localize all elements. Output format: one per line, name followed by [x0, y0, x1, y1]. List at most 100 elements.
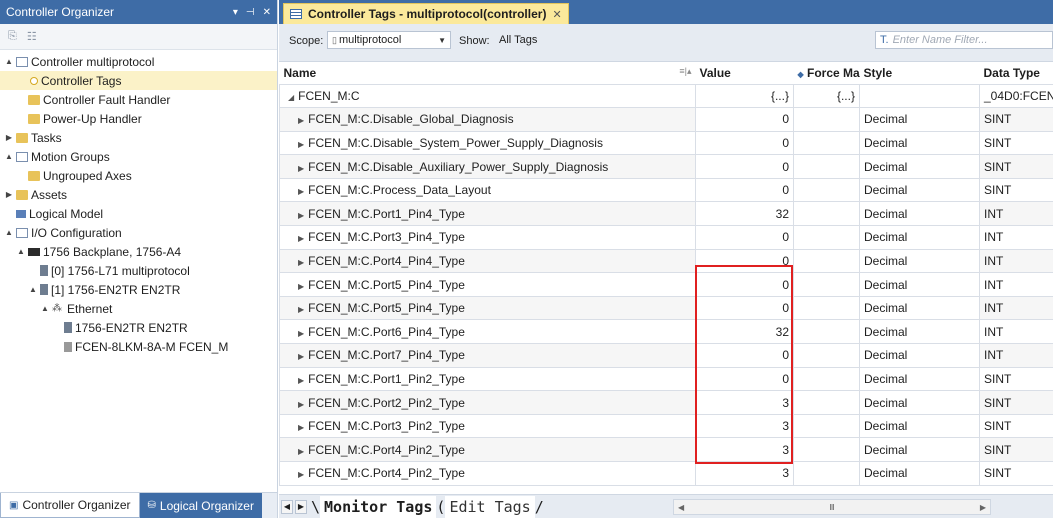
tag-value-cell[interactable]: 0 — [695, 130, 794, 156]
collapse-all-icon[interactable]: ⎘ — [8, 30, 17, 43]
expand-arrow-icon[interactable]: ▶ — [298, 116, 304, 125]
dropdown-icon[interactable]: ▾ — [233, 7, 238, 18]
expand-arrow-icon[interactable]: ▶ — [298, 470, 304, 479]
tree-item[interactable]: ▲ Motion Groups — [0, 147, 277, 166]
column-header-name[interactable]: Name ≡|▴ — [279, 62, 696, 85]
tag-value-cell[interactable]: 0 — [695, 343, 794, 368]
tag-value-cell[interactable]: 0 — [695, 248, 794, 274]
table-row[interactable]: ▶ FCEN_M:C.Port4_Pin2_Type 3 Decimal SINT — [279, 437, 1053, 462]
horizontal-scrollbar[interactable]: ◀ Ⅲ ▶ — [673, 499, 991, 515]
table-row[interactable]: ▶ FCEN_M:C.Port1_Pin4_Type 32 Decimal INT — [279, 201, 1053, 227]
expand-arrow-icon[interactable]: ▶ — [298, 258, 304, 267]
tree-item[interactable]: [0] 1756-L71 multiprotocol — [0, 261, 277, 280]
expand-arrow-icon[interactable]: ▲ — [40, 304, 50, 313]
tag-value-cell[interactable]: 0 — [695, 225, 794, 250]
tag-value-cell[interactable]: {...} — [695, 83, 794, 109]
tree-item[interactable]: Logical Model — [0, 204, 277, 223]
table-row[interactable]: ▶ FCEN_M:C.Port5_Pin4_Type 0 Decimal INT — [279, 295, 1053, 321]
previous-sheet-icon[interactable]: ◀ — [281, 499, 293, 514]
table-row[interactable]: ▶ FCEN_M:C.Disable_Auxiliary_Power_Supply… — [279, 154, 1053, 179]
tag-value-cell[interactable]: 32 — [695, 319, 794, 345]
tag-value-cell[interactable]: 3 — [695, 437, 794, 462]
table-row[interactable]: ▶ FCEN_M:C.Port3_Pin4_Type 0 Decimal INT — [279, 225, 1053, 250]
tag-value-cell[interactable]: 0 — [695, 272, 794, 297]
table-row[interactable]: ▶ FCEN_M:C.Disable_System_Power_Supply_Di… — [279, 130, 1053, 156]
tree-item[interactable]: ▲ [1] 1756-EN2TR EN2TR — [0, 280, 277, 299]
tab-monitor-tags[interactable]: Monitor Tags — [320, 495, 437, 518]
expand-arrow-icon[interactable]: ▶ — [298, 447, 304, 456]
table-row[interactable]: ▶ FCEN_M:C.Disable_Global_Diagnosis 0 Decim… — [279, 107, 1053, 132]
close-icon[interactable]: ✕ — [263, 7, 271, 18]
tab-edit-tags[interactable]: Edit Tags — [445, 495, 535, 518]
tag-value-cell[interactable]: 0 — [695, 366, 794, 392]
tab-controller-organizer[interactable]: ▣ Controller Organizer — [0, 493, 140, 518]
expand-arrow-icon[interactable]: ▶ — [298, 187, 304, 196]
expand-arrow-icon[interactable]: ▶ — [298, 234, 304, 243]
tag-value-cell[interactable]: 3 — [695, 390, 794, 415]
close-tab-icon[interactable]: ✕ — [552, 8, 561, 21]
scroll-right-icon[interactable]: ▶ — [980, 503, 986, 512]
pin-icon[interactable]: ⊣ — [246, 7, 255, 18]
table-row[interactable]: ▶ FCEN_M:C.Process_Data_Layout 0 Decimal SIN… — [279, 177, 1053, 203]
column-header-value[interactable]: Value — [695, 62, 794, 85]
tree-item[interactable]: Ungrouped Axes — [0, 166, 277, 185]
tree-item[interactable]: 1756-EN2TR EN2TR — [0, 318, 277, 337]
expand-arrow-icon[interactable]: ▶ — [298, 305, 304, 314]
expand-arrow-icon[interactable]: ▲ — [4, 57, 14, 66]
expand-arrow-icon[interactable]: ▶ — [298, 140, 304, 149]
table-row[interactable]: ▶ FCEN_M:C.Port2_Pin2_Type 3 Decimal SINT — [279, 390, 1053, 415]
tag-value-cell[interactable]: 0 — [695, 107, 794, 132]
column-header-force-mask[interactable]: ◆ Force Ma◆ — [793, 62, 860, 85]
table-row[interactable]: ▶ FCEN_M:C.Port4_Pin2_Type 3 Decimal SINT — [279, 461, 1053, 486]
expand-arrow-icon[interactable]: ▶ — [298, 164, 304, 173]
next-sheet-icon[interactable]: ▶ — [295, 499, 307, 514]
expand-arrow-icon[interactable]: ▶ — [298, 423, 304, 432]
scroll-thumb-grip[interactable]: Ⅲ — [829, 503, 835, 512]
tree-item[interactable]: Controller Tags — [0, 71, 277, 90]
expand-arrow-icon[interactable]: ▶ — [298, 211, 304, 220]
scroll-left-icon[interactable]: ◀ — [678, 503, 684, 512]
tag-value-cell[interactable]: 3 — [695, 461, 794, 486]
table-row[interactable]: ▶ FCEN_M:C.Port4_Pin4_Type 0 Decimal INT — [279, 248, 1053, 274]
expand-arrow-icon[interactable]: ▶ — [298, 376, 304, 385]
column-header-style[interactable]: Style — [859, 62, 980, 85]
table-row[interactable]: ▶ FCEN_M:C.Port6_Pin4_Type 32 Decimal INT — [279, 319, 1053, 345]
tree-item[interactable]: ▲ ⁂ Ethernet — [0, 299, 277, 318]
table-row[interactable]: ▶ FCEN_M:C.Port5_Pin4_Type 0 Decimal INT — [279, 272, 1053, 297]
expand-arrow-icon[interactable]: ▶ — [4, 190, 14, 199]
sort-icon[interactable]: ≡|▴ — [679, 66, 691, 77]
expand-arrow-icon[interactable]: ▶ — [4, 133, 14, 142]
tree-item[interactable]: Controller Fault Handler — [0, 90, 277, 109]
tree-item[interactable]: ▲ 1756 Backplane, 1756-A4 — [0, 242, 277, 261]
collapse-arrow-icon[interactable]: ◢ — [288, 93, 294, 102]
table-row[interactable]: ▶ FCEN_M:C.Port7_Pin4_Type 0 Decimal INT — [279, 343, 1053, 368]
expand-arrow-icon[interactable]: ▶ — [298, 352, 304, 361]
tag-value-cell[interactable]: 32 — [695, 201, 794, 227]
scope-select[interactable]: ▯ multiprotocol ▼ — [327, 31, 451, 49]
tab-logical-organizer[interactable]: ⛁ Logical Organizer — [139, 493, 262, 518]
tag-value-cell[interactable]: 0 — [695, 295, 794, 321]
column-header-data-type[interactable]: Data Type — [979, 62, 1053, 85]
tree-item[interactable]: ▲ Controller multiprotocol — [0, 52, 277, 71]
expand-arrow-icon[interactable]: ▲ — [28, 285, 38, 294]
tree-item[interactable]: ▲ I/O Configuration — [0, 223, 277, 242]
expand-all-icon[interactable]: ☷ — [27, 30, 37, 43]
table-row[interactable]: ▶ FCEN_M:C.Port3_Pin2_Type 3 Decimal SINT — [279, 413, 1053, 439]
tag-value-cell[interactable]: 0 — [695, 177, 794, 203]
expand-arrow-icon[interactable]: ▶ — [298, 400, 304, 409]
tag-value-cell[interactable]: 0 — [695, 154, 794, 179]
tag-value-cell[interactable]: 3 — [695, 413, 794, 439]
expand-arrow-icon[interactable]: ▲ — [4, 228, 14, 237]
tab-controller-tags[interactable]: Controller Tags - multiprotocol(controll… — [283, 3, 569, 24]
tree-item[interactable]: Power-Up Handler — [0, 109, 277, 128]
expand-arrow-icon[interactable]: ▲ — [4, 152, 14, 161]
tree-item[interactable]: ▶ Assets — [0, 185, 277, 204]
expand-arrow-icon[interactable]: ▶ — [298, 329, 304, 338]
expand-arrow-icon[interactable]: ▶ — [298, 282, 304, 291]
name-filter-input[interactable]: T. Enter Name Filter... — [875, 31, 1053, 49]
expand-arrow-icon[interactable]: ▲ — [16, 247, 26, 256]
table-row[interactable]: ▶ FCEN_M:C.Port1_Pin2_Type 0 Decimal SINT — [279, 366, 1053, 392]
table-row[interactable]: ◢ FCEN_M:C {...} {...} _04D0:FCEN_8LKM_8A_M — [279, 83, 1053, 109]
tree-item[interactable]: FCEN-8LKM-8A-M FCEN_M — [0, 337, 277, 356]
tree-item[interactable]: ▶ Tasks — [0, 128, 277, 147]
